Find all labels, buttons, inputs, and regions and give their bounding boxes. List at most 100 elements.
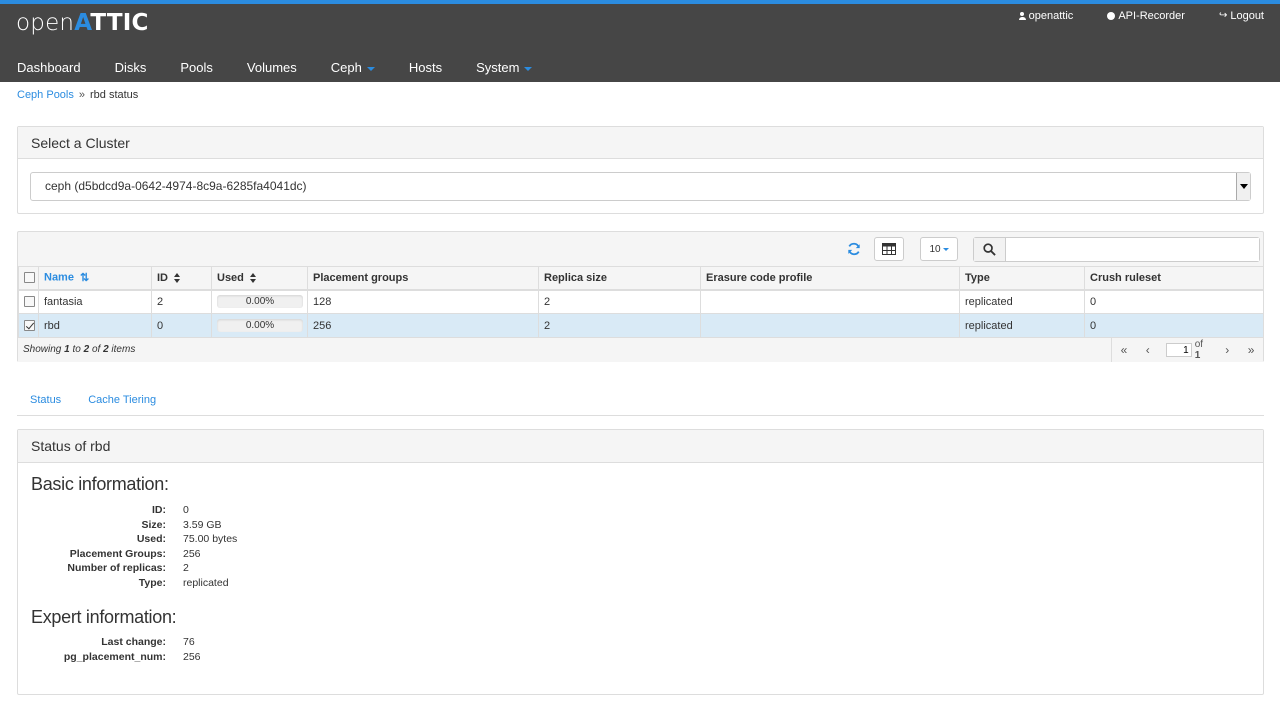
first-page-icon[interactable]: « [1112, 343, 1136, 357]
info-row-placement-groups: Placement Groups: 256 [69, 547, 201, 560]
col-header-name[interactable]: Name ⇅ [38, 266, 152, 291]
showing-items-text: Showing 1 to 2 of 2 items [23, 344, 136, 355]
nav-disks[interactable]: Disks [98, 50, 164, 86]
tab-status[interactable]: Status [17, 390, 75, 415]
refresh-button[interactable] [840, 237, 868, 261]
page-of-label: of 1 [1194, 339, 1204, 361]
dropdown-arrow-icon[interactable] [1236, 173, 1250, 200]
pools-grid-panel: 10 Name ⇅ ID Used Placement groups Repli… [17, 231, 1264, 362]
nav-hosts[interactable]: Hosts [392, 50, 459, 86]
detail-tabs: Status Cache Tiering [17, 390, 1264, 416]
table-row[interactable]: fantasia 2 0.00% 128 2 replicated 0 [18, 289, 1264, 314]
user-links: openattic API-Recorder ↪ Logout [1018, 10, 1264, 22]
next-page-icon[interactable]: › [1215, 343, 1239, 357]
search-button[interactable] [974, 238, 1006, 261]
circle-icon [1107, 12, 1116, 20]
nav-pools[interactable]: Pools [163, 50, 230, 86]
col-header-replica-size[interactable]: Replica size [538, 266, 701, 291]
status-panel: Status of rbd Basic information: ID: 0 Si… [17, 429, 1264, 695]
prev-page-icon[interactable]: ‹ [1136, 343, 1160, 357]
breadcrumb-ceph-pools[interactable]: Ceph Pools [17, 89, 74, 101]
basic-info-list: ID: 0 Size: 3.59 GB Used: 75.00 bytes Place… [18, 504, 418, 591]
user-menu-link[interactable]: openattic [1018, 10, 1074, 22]
info-row-replicas: Number of replicas: 2 [67, 562, 189, 574]
tab-cache-tiering[interactable]: Cache Tiering [75, 390, 170, 415]
cell-id: 0 [151, 313, 212, 338]
col-header-placement-groups[interactable]: Placement groups [307, 266, 539, 291]
table-icon [882, 243, 896, 255]
api-recorder-link[interactable]: API-Recorder [1107, 10, 1185, 22]
refresh-icon [848, 242, 860, 256]
caret-down-icon [524, 66, 533, 71]
cell-erasure-code-profile [700, 313, 960, 338]
search-group [973, 237, 1260, 262]
cell-name: fantasia [38, 289, 152, 314]
breadcrumb-current: rbd status [90, 89, 139, 101]
table-row-selected[interactable]: rbd 0 0.00% 256 2 replicated 0 [18, 313, 1264, 338]
col-header-type[interactable]: Type [959, 266, 1085, 291]
col-header-crush-ruleset[interactable]: Crush ruleset [1084, 266, 1264, 291]
logout-link[interactable]: ↪ Logout [1219, 10, 1264, 22]
sort-icon [249, 272, 257, 283]
panel-title: Select a Cluster [18, 127, 1263, 159]
col-header-used[interactable]: Used [211, 266, 308, 291]
per-page-dropdown[interactable]: 10 [920, 237, 958, 261]
nav-dashboard[interactable]: Dashboard [0, 50, 98, 86]
sort-icon [174, 272, 181, 283]
select-all-checkbox[interactable] [24, 272, 35, 284]
cell-erasure-code-profile [700, 289, 960, 314]
breadcrumb: Ceph Pools » rbd status [17, 89, 138, 101]
cell-name: rbd [38, 313, 152, 338]
nav-ceph[interactable]: Ceph [314, 50, 392, 86]
select-all-cell [18, 266, 39, 291]
col-header-erasure-code-profile[interactable]: Erasure code profile [700, 266, 960, 291]
cell-crush-ruleset: 0 [1084, 313, 1264, 338]
info-row-id: ID: 0 [152, 504, 189, 516]
cell-placement-groups: 128 [307, 289, 539, 314]
user-name: openattic [1028, 10, 1074, 22]
logo-text-light: open [16, 10, 75, 36]
grid-toolbar: 10 [18, 232, 1263, 266]
sort-ascending-icon: ⇅ [79, 272, 90, 285]
cluster-select-panel: Select a Cluster ceph (d5bdcd9a-0642-497… [17, 126, 1264, 214]
info-row-last-change: Last change: 76 [101, 636, 195, 648]
top-navbar: openATTIC openattic API-Recorder ↪ Logou… [0, 0, 1280, 82]
cluster-select[interactable]: ceph (d5bdcd9a-0642-4974-8c9a-6285fa4041… [30, 172, 1251, 201]
search-icon [983, 243, 996, 256]
usage-progress-bar: 0.00% [217, 295, 303, 309]
logout-label: Logout [1230, 10, 1264, 22]
row-select-cell [18, 289, 39, 314]
api-recorder-label: API-Recorder [1118, 10, 1185, 22]
main-nav: Dashboard Disks Pools Volumes Ceph Hosts… [0, 50, 549, 86]
page-number-input[interactable] [1165, 343, 1192, 357]
table-header-row: Name ⇅ ID Used Placement groups Replica s… [18, 266, 1264, 291]
per-page-value: 10 [929, 243, 941, 255]
expert-info-list: Last change: 76 pg_placement_num: 256 [18, 636, 418, 665]
cell-type: replicated [959, 289, 1085, 314]
basic-info-heading: Basic information: [31, 474, 169, 494]
info-row-used: Used: 75.00 bytes [136, 533, 238, 545]
user-icon [1018, 12, 1026, 20]
nav-system[interactable]: System [459, 50, 549, 86]
columns-button[interactable] [874, 237, 904, 261]
col-header-id[interactable]: ID [151, 266, 212, 291]
row-checkbox-checked[interactable] [24, 320, 35, 332]
nav-volumes[interactable]: Volumes [230, 50, 314, 86]
last-page-icon[interactable]: » [1239, 343, 1263, 357]
usage-progress-bar: 0.00% [217, 319, 303, 332]
row-checkbox[interactable] [24, 296, 35, 308]
row-select-cell [18, 313, 39, 338]
expert-info-heading: Expert information: [31, 607, 177, 627]
status-title: Status of rbd [18, 430, 1263, 463]
cell-used: 0.00% [211, 289, 308, 314]
search-input[interactable] [1006, 238, 1259, 261]
logo-text-accent: ATTIC [74, 10, 149, 36]
cluster-select-value: ceph (d5bdcd9a-0642-4974-8c9a-6285fa4041… [45, 179, 307, 193]
cell-placement-groups: 256 [307, 313, 539, 338]
info-row-size: Size: 3.59 GB [141, 518, 222, 531]
info-row-pg-placement-num: pg_placement_num: 256 [63, 650, 201, 663]
info-row-type: Type: replicated [138, 576, 229, 589]
openattic-logo[interactable]: openATTIC [16, 10, 149, 36]
caret-down-icon [942, 247, 949, 251]
cell-replica-size: 2 [538, 313, 701, 338]
